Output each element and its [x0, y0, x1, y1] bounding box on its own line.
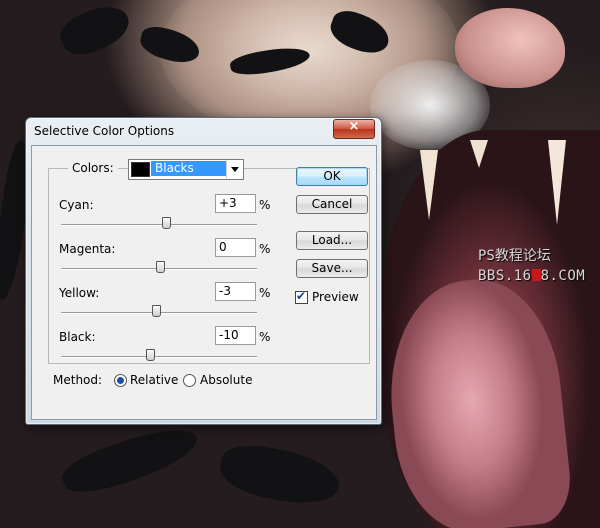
tiger-fang [548, 140, 566, 225]
tiger-fang [470, 140, 488, 168]
color-swatch [131, 162, 150, 177]
yellow-input[interactable]: -3 [215, 282, 256, 301]
fur-stripe [216, 439, 344, 511]
watermark-logo-mark [531, 269, 541, 281]
tiger-nose [455, 8, 565, 88]
chevron-down-icon [231, 167, 239, 172]
preview-checkbox[interactable]: ✔ [295, 289, 308, 304]
ok-button[interactable]: OK [296, 167, 368, 186]
dialog-title: Selective Color Options [34, 124, 175, 138]
colors-dropdown[interactable]: Blacks [128, 159, 244, 180]
cancel-button[interactable]: Cancel [296, 195, 368, 214]
watermark-line-1: PS教程论坛 [478, 248, 551, 264]
absolute-radio[interactable] [183, 374, 196, 387]
selective-color-dialog: Selective Color Options × Colors: Blacks… [25, 117, 382, 425]
yellow-row: Yellow: -3 % [59, 282, 270, 326]
magenta-percent: % [259, 242, 271, 256]
close-icon: × [348, 119, 360, 134]
save-button[interactable]: Save... [296, 259, 368, 278]
magenta-label: Magenta: [59, 242, 116, 256]
relative-radio[interactable] [114, 374, 127, 387]
black-input[interactable]: -10 [215, 326, 256, 345]
colors-label: Colors: [68, 161, 118, 175]
preview-label: Preview [312, 290, 359, 304]
load-button[interactable]: Load... [296, 231, 368, 250]
cyan-row: Cyan: +3 % [59, 194, 270, 238]
black-slider-thumb[interactable] [146, 349, 156, 361]
dropdown-arrow[interactable] [226, 160, 243, 179]
close-button[interactable]: × [333, 119, 375, 139]
method-row: Method: Relative Absolute [53, 373, 313, 393]
method-label: Method: [53, 373, 103, 387]
magenta-slider-thumb[interactable] [156, 261, 165, 273]
tiger-fang [420, 150, 438, 220]
black-slider-track[interactable] [61, 356, 257, 358]
cyan-label: Cyan: [59, 198, 94, 212]
dialog-titlebar[interactable]: Selective Color Options × [26, 118, 381, 144]
forum-watermark: PS教程论坛 BBS.16 8.COM [478, 246, 585, 286]
absolute-label: Absolute [200, 373, 253, 387]
fur-stripe [57, 417, 203, 503]
cyan-input[interactable]: +3 [215, 194, 256, 213]
checkmark-icon: ✔ [296, 289, 307, 303]
colors-selected-value: Blacks [151, 161, 227, 176]
black-label: Black: [59, 330, 96, 344]
cyan-percent: % [259, 198, 271, 212]
dialog-client-area: Colors: Blacks Cyan: +3 % Magenta: 0 % Y… [31, 145, 377, 420]
magenta-input[interactable]: 0 [215, 238, 256, 257]
yellow-percent: % [259, 286, 271, 300]
cyan-slider-thumb[interactable] [161, 217, 171, 229]
yellow-slider-thumb[interactable] [152, 305, 162, 317]
magenta-row: Magenta: 0 % [59, 238, 270, 282]
black-percent: % [259, 330, 271, 344]
cyan-slider-track[interactable] [61, 224, 257, 226]
relative-label: Relative [130, 373, 179, 387]
watermark-line-2: BBS.16 8.COM [478, 268, 586, 284]
black-row: Black: -10 % [59, 326, 270, 370]
yellow-label: Yellow: [59, 286, 100, 300]
fur-stripe [54, 0, 136, 63]
